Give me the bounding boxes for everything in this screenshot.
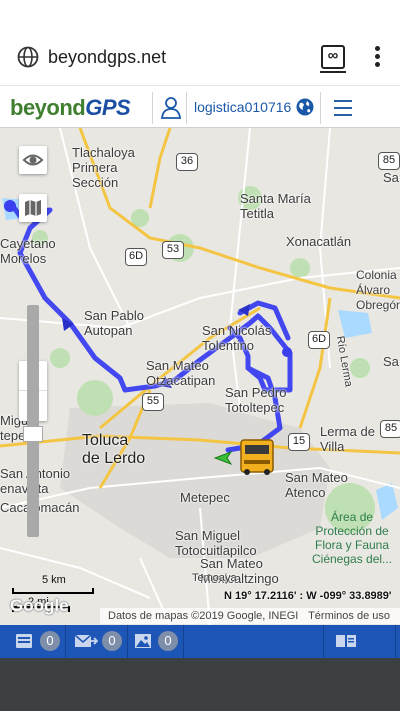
google-logo: Google [10, 596, 69, 615]
map-label-san-pedro: San Pedro Totoltepec [225, 385, 287, 415]
map-label-san-mateo-otz: San Mateo Otzacatipan [146, 358, 216, 388]
browser-toolbar: beyondgps.net ∞ [0, 0, 400, 86]
hamburger-menu-icon[interactable] [334, 100, 352, 116]
terms-link[interactable]: Términos de uso [308, 608, 390, 624]
map-attribution: Datos de mapas ©2019 Google, INEGI Térmi… [100, 608, 400, 624]
map-label-san-pablo: San Pablo Autopan [84, 308, 144, 338]
map-label-san-mateo-atenco: San Mateo Atenco [285, 470, 348, 500]
app-header: beyondGPS logistica010716 [0, 88, 400, 128]
map-label-colonia-alvaro: Colonia Álvaro Obregón [356, 268, 400, 312]
header-divider [320, 92, 321, 124]
map-type-button[interactable] [19, 194, 47, 222]
zoom-slider-thumb[interactable] [23, 426, 43, 442]
browser-menu-icon[interactable] [369, 46, 385, 70]
road-shield: 55 [142, 393, 164, 411]
map-label-xonacatlan: Xonacatlán [286, 234, 352, 249]
road-shield: 6D [125, 248, 147, 266]
system-navigation-area [0, 658, 400, 711]
map-label-lerma: Lerma de Villa [320, 424, 375, 454]
map-label-san-nicolas: San Nicolás Tolentino [202, 323, 272, 353]
alerts-count-badge: 0 [102, 631, 122, 651]
road-shield: 36 [176, 153, 198, 171]
username-label[interactable]: logistica010716 [194, 99, 291, 115]
map-icon [25, 200, 41, 216]
beyondgps-logo[interactable]: beyondGPS [10, 95, 131, 121]
map-label-metepec: Metepec [180, 490, 230, 505]
map-label-sa: Sa [383, 170, 399, 185]
map-label-area-proteccion: Área de Protección de Flora y Fauna Cién… [312, 510, 393, 566]
eye-icon [22, 154, 44, 166]
url-field[interactable]: beyondgps.net [48, 47, 166, 68]
status-bar: 0 0 0 [0, 625, 400, 658]
attribution-text: Datos de mapas ©2019 Google, INEGI [108, 610, 299, 622]
coordinates-readout: N 19° 17.2116' : W -099° 33.8989' [224, 590, 392, 602]
user-icon[interactable] [160, 96, 182, 120]
scale-km-label: 5 km [42, 574, 66, 586]
map-label-cayetano: Cayetano Morelos [0, 236, 56, 266]
map-label-cacalomacan: Cacalomacán [0, 500, 80, 515]
map-label-toluca: Toluca de Lerdo [82, 432, 146, 467]
road-shield: 53 [162, 241, 184, 259]
truck-marker-icon[interactable] [213, 436, 279, 476]
tab-switcher-button[interactable]: ∞ [320, 45, 346, 73]
messages-count-badge: 0 [40, 631, 60, 651]
map-label-temoaya: Temoaya [192, 572, 237, 584]
map-label-sa: Sa [383, 354, 399, 369]
header-divider [186, 92, 187, 124]
road-shield: 85 [378, 152, 400, 170]
image-icon[interactable] [134, 633, 152, 649]
road-shield: 85 [380, 420, 400, 438]
images-count-badge: 0 [158, 631, 178, 651]
road-shield: 15 [288, 433, 310, 451]
send-mail-icon[interactable] [74, 633, 98, 649]
visibility-toggle-button[interactable] [19, 146, 47, 174]
world-icon[interactable] [296, 98, 314, 116]
map-label-san-miguel-toto: San Miguel Totocuitlapilco [175, 528, 257, 558]
map-label-tlachaloya: Tlachaloya Primera Sección [72, 145, 135, 190]
messages-icon[interactable] [15, 633, 33, 649]
zoom-slider-track[interactable] [27, 305, 39, 537]
globe-icon[interactable] [17, 46, 39, 68]
map-label-santa-maria: Santa María Tetitla [240, 191, 311, 221]
header-divider [152, 92, 153, 124]
road-shield: 6D [308, 331, 330, 349]
panel-toggle-icon[interactable] [335, 633, 357, 649]
map-view[interactable]: Tlachaloya Primera Sección Santa María T… [0, 128, 400, 625]
